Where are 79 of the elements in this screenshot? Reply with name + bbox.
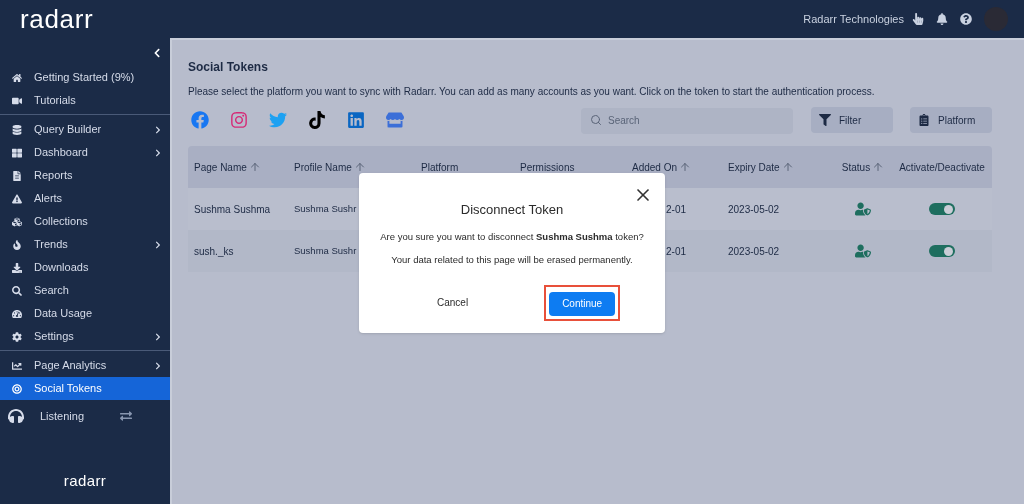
- flame-icon: [12, 239, 22, 250]
- warning-icon: [12, 193, 22, 204]
- footer-logo: radarr: [63, 470, 107, 491]
- toggle-switch[interactable]: [929, 245, 955, 257]
- organization-name: Radarr Technologies: [803, 11, 904, 27]
- column-header[interactable]: Profile Name: [294, 159, 352, 175]
- grid-icon: [12, 147, 22, 158]
- home-icon: [12, 72, 22, 83]
- search-icon: [12, 285, 22, 296]
- dialog-title: Disconnect Token: [460, 201, 564, 219]
- sort-icon[interactable]: [872, 161, 885, 173]
- clipboard-icon: [918, 114, 930, 126]
- sidebar-item[interactable]: Search: [0, 279, 170, 302]
- collapse-icon[interactable]: [152, 48, 162, 58]
- tiktok-icon[interactable]: [308, 111, 326, 129]
- listening-item[interactable]: Listening: [0, 408, 170, 425]
- instagram-icon[interactable]: [230, 111, 248, 129]
- linkedin-icon[interactable]: [347, 111, 365, 129]
- table-cell: Sushma Sushr: [294, 203, 357, 215]
- page-title: Social Tokens: [188, 59, 269, 76]
- switch-icon[interactable]: [120, 410, 132, 423]
- document-icon: [12, 170, 22, 181]
- gauge-icon: [12, 308, 22, 319]
- column-header[interactable]: Status: [841, 159, 871, 175]
- sidebar-item[interactable]: Trends: [0, 233, 170, 256]
- filter-icon: [819, 114, 831, 126]
- search-icon: [590, 114, 602, 126]
- pointer-icon[interactable]: [912, 13, 924, 25]
- dialog-note: Your data related to this page will be erased permanently.: [391, 252, 633, 267]
- facebook-icon[interactable]: [191, 111, 209, 129]
- headphones-icon: [8, 408, 24, 425]
- table-cell: 2-01: [666, 203, 686, 215]
- sidebar-item[interactable]: Data Usage: [0, 302, 170, 325]
- continue-button[interactable]: Continue: [549, 291, 616, 316]
- sidebar-item[interactable]: Query Builder: [0, 118, 170, 141]
- settings-icon: [12, 331, 22, 342]
- table-cell: Sushma Sushma: [194, 203, 271, 215]
- sort-icon[interactable]: [679, 161, 692, 173]
- sidebar-item[interactable]: Tutorials: [0, 89, 170, 112]
- store-icon[interactable]: [386, 111, 404, 129]
- toggle-switch[interactable]: [929, 203, 955, 215]
- column-header[interactable]: Page Name: [194, 159, 247, 175]
- column-header[interactable]: Added On: [632, 159, 678, 175]
- sidebar-item[interactable]: Dashboard: [0, 141, 170, 164]
- cancel-button[interactable]: Cancel: [437, 295, 469, 311]
- sort-icon[interactable]: [353, 161, 366, 173]
- sidebar-item[interactable]: Collections: [0, 210, 170, 233]
- chart-icon: [12, 360, 22, 371]
- download-icon: [12, 262, 22, 273]
- search-field[interactable]: Search: [581, 107, 793, 134]
- table-cell: 2-01: [666, 245, 686, 257]
- filter-button[interactable]: Filter: [811, 107, 893, 133]
- column-header[interactable]: Permissions: [520, 159, 575, 175]
- sidebar-item[interactable]: Reports: [0, 164, 170, 187]
- sidebar-item[interactable]: Page Analytics: [0, 354, 170, 377]
- sort-icon[interactable]: [781, 161, 794, 173]
- table-cell: sush._ks: [194, 245, 234, 257]
- page-description: Please select the platform you want to sync with Radarr. You can add as many accounts as you want. Click on the token to start the authentication process.: [188, 85, 876, 99]
- table-cell: 2023-05-02: [728, 245, 780, 257]
- column-header[interactable]: Activate/Deactivate: [899, 159, 985, 175]
- sidebar-item[interactable]: Alerts: [0, 187, 170, 210]
- column-header[interactable]: Platform: [421, 159, 459, 175]
- target-icon: [12, 383, 22, 394]
- notification-icon[interactable]: [936, 13, 948, 25]
- database-icon: [12, 124, 22, 135]
- dialog-message: Are you sure you want to disconnect Sushma Sushma token?: [380, 229, 644, 244]
- column-header[interactable]: Expiry Date: [728, 159, 780, 175]
- help-icon[interactable]: [960, 13, 972, 25]
- sidebar-item[interactable]: Social Tokens: [0, 377, 170, 400]
- table-cell: Sushma Sushr: [294, 245, 357, 257]
- sidebar-item[interactable]: Downloads: [0, 256, 170, 279]
- table-cell: 2023-05-02: [728, 203, 780, 215]
- cubes-icon: [12, 216, 22, 227]
- logo: radarr: [20, 2, 94, 36]
- sidebar-item[interactable]: Settings: [0, 325, 170, 348]
- platform-button[interactable]: Platform: [910, 107, 992, 133]
- video-icon: [12, 95, 22, 106]
- sort-icon[interactable]: [248, 161, 261, 173]
- sidebar-item[interactable]: Getting Started (9%): [0, 66, 170, 89]
